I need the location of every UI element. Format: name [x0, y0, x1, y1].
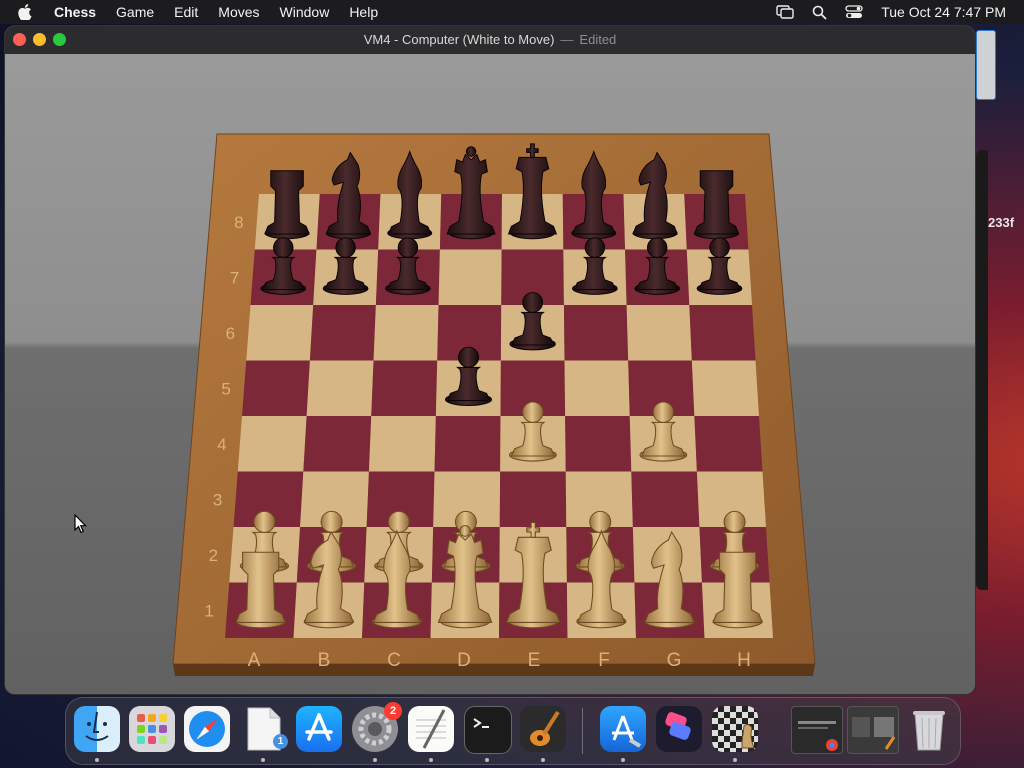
square-h6[interactable] — [689, 305, 756, 361]
launchpad-icon[interactable] — [129, 706, 175, 752]
rank-label: 3 — [213, 490, 222, 509]
system-settings-icon[interactable]: 2 — [352, 702, 402, 752]
menu-edit[interactable]: Edit — [174, 4, 198, 20]
menu-game[interactable]: Game — [116, 4, 154, 20]
textedit-icon[interactable] — [408, 706, 454, 752]
menu-clock[interactable]: Tue Oct 24 7:47 PM — [881, 4, 1006, 20]
apple-menu-icon[interactable] — [18, 4, 38, 20]
mouse-pointer-icon — [74, 513, 88, 539]
menu-app-chess[interactable]: Chess — [54, 4, 96, 20]
square-h4[interactable] — [694, 416, 763, 472]
finder-icon[interactable] — [74, 706, 120, 752]
rank-label: 7 — [230, 268, 239, 287]
textedit-running-indicator — [429, 758, 433, 762]
finder-running-indicator — [95, 758, 99, 762]
spotlight-search-icon[interactable] — [812, 5, 827, 20]
rank-label: 5 — [221, 379, 230, 398]
square-g6[interactable] — [626, 305, 692, 361]
edited-status[interactable]: Edited — [579, 32, 616, 47]
terminal-icon[interactable] — [464, 706, 512, 754]
xcode-icon[interactable] — [600, 706, 646, 752]
settings-running-indicator — [373, 758, 377, 762]
xcode-running-indicator — [621, 758, 625, 762]
square-f6[interactable] — [563, 305, 629, 361]
document-icon[interactable]: 1 — [240, 706, 288, 752]
square-f5[interactable] — [564, 360, 630, 417]
screen-mirroring-icon[interactable] — [776, 5, 794, 19]
shortcuts-icon[interactable] — [656, 706, 702, 752]
square-b6[interactable] — [309, 305, 376, 361]
window-title: VM4 - Computer (White to Move) — [363, 32, 555, 47]
window-titlebar[interactable]: VM4 - Computer (White to Move) — Edited — [5, 26, 975, 54]
app-store-icon[interactable] — [296, 706, 342, 752]
garageband-icon[interactable] — [520, 706, 566, 752]
square-d7[interactable] — [438, 249, 502, 306]
control-center-icon[interactable] — [845, 5, 863, 19]
file-label: F — [598, 650, 610, 671]
chrome-window-icon[interactable] — [791, 706, 843, 754]
square-d4[interactable] — [434, 416, 501, 472]
chess-window: VM4 - Computer (White to Move) — Edited 8 7… — [5, 26, 975, 694]
square-h5[interactable] — [691, 360, 759, 417]
board-scene[interactable]: 8 7 6 5 4 3 2 1 A B C D E F G H — [5, 54, 975, 694]
square-c5[interactable] — [371, 360, 438, 417]
board-frame-edge — [173, 664, 815, 676]
square-a6[interactable] — [246, 305, 314, 361]
rank-label: 4 — [217, 435, 226, 454]
square-e3[interactable] — [499, 471, 567, 528]
rank-label: 2 — [209, 546, 218, 565]
dock: 1 2 — [65, 697, 961, 765]
settings-badge: 2 — [384, 702, 402, 720]
square-b5[interactable] — [306, 360, 374, 417]
chess-board[interactable]: 8 7 6 5 4 3 2 1 A B C D E F G H — [5, 54, 975, 694]
file-label: G — [667, 650, 682, 671]
square-g3[interactable] — [631, 471, 700, 528]
square-f4[interactable] — [565, 416, 632, 472]
square-c4[interactable] — [368, 416, 436, 472]
title-separator: — — [560, 32, 574, 47]
file-label: C — [387, 650, 401, 671]
menu-bar: Chess Game Edit Moves Window Help Tue Oc… — [0, 0, 1024, 24]
chess-icon[interactable] — [712, 706, 758, 752]
square-c6[interactable] — [373, 305, 439, 361]
preview-window-icon[interactable] — [847, 706, 899, 754]
rank-label: 8 — [234, 213, 243, 232]
square-a5[interactable] — [242, 360, 310, 417]
terminal-running-indicator — [485, 758, 489, 762]
side-window-label: 233f — [988, 215, 1015, 230]
menu-help[interactable]: Help — [349, 4, 378, 20]
menu-moves[interactable]: Moves — [218, 4, 259, 20]
square-b4[interactable] — [303, 416, 372, 472]
side-window-thumbnail[interactable] — [976, 30, 996, 100]
menu-window[interactable]: Window — [280, 4, 330, 20]
document-badge: 1 — [273, 734, 288, 749]
garageband-running-indicator — [541, 758, 545, 762]
file-label: D — [457, 650, 471, 671]
document-running-indicator — [261, 758, 265, 762]
file-label: H — [737, 650, 751, 671]
safari-icon[interactable] — [184, 706, 230, 752]
rank-label: 6 — [226, 324, 235, 343]
file-label: B — [318, 650, 331, 671]
square-a4[interactable] — [237, 416, 307, 472]
file-label: A — [248, 650, 261, 671]
file-label: E — [528, 650, 541, 671]
chess-running-indicator — [733, 758, 737, 762]
rank-label: 1 — [204, 601, 213, 620]
dock-separator — [582, 708, 583, 754]
side-window-strip[interactable] — [976, 150, 988, 590]
trash-icon[interactable] — [906, 706, 952, 752]
